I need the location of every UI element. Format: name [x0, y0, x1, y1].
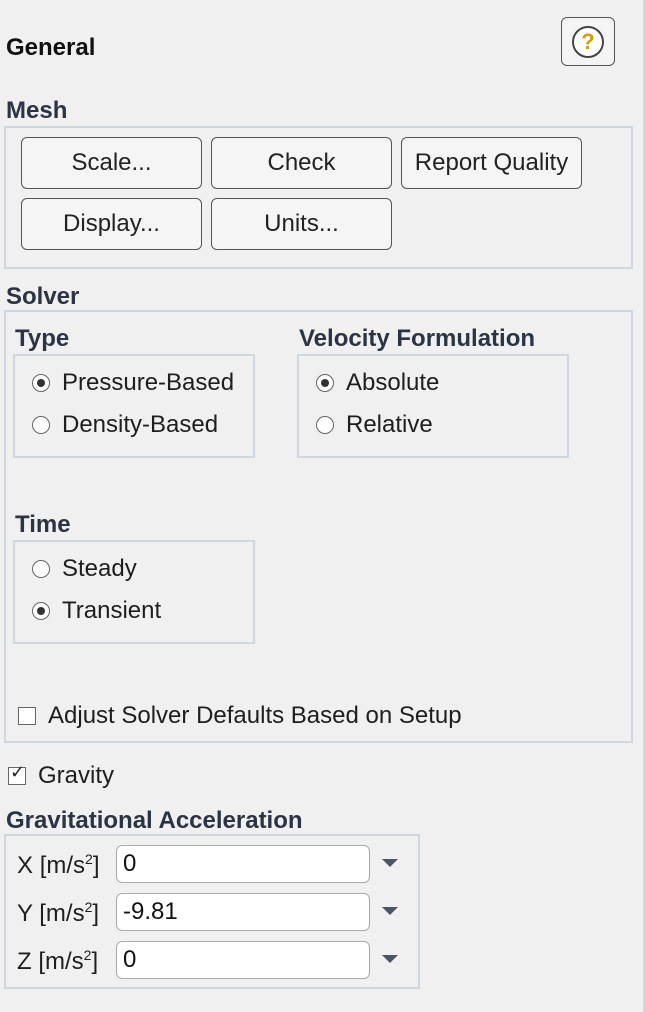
radio-pressure-based[interactable]: Pressure-Based: [32, 369, 234, 397]
dropdown-arrow-icon[interactable]: [382, 907, 398, 915]
checkbox-label: Adjust Solver Defaults Based on Setup: [48, 702, 462, 729]
time-label: Time: [15, 511, 71, 538]
x-acceleration-input[interactable]: 0: [116, 845, 370, 883]
y-acceleration-label: Y [m/s2]: [17, 899, 99, 928]
dropdown-arrow-icon[interactable]: [382, 859, 398, 867]
radio-button[interactable]: [316, 374, 334, 392]
radio-steady[interactable]: Steady: [32, 555, 137, 583]
unit-prefix: [m/s: [39, 900, 85, 927]
unit-suffix: ]: [91, 948, 99, 975]
z-acceleration-input[interactable]: 0: [116, 941, 370, 979]
checkbox-label: Gravity: [38, 762, 115, 789]
axis-label: Y: [17, 900, 33, 927]
radio-button[interactable]: [32, 602, 50, 620]
gravity-checkbox[interactable]: Gravity: [8, 762, 114, 790]
type-label: Type: [15, 325, 70, 352]
checkbox[interactable]: [8, 762, 26, 785]
radio-button[interactable]: [32, 560, 50, 578]
radio-button[interactable]: [32, 374, 50, 392]
unit-prefix: [m/s: [39, 852, 86, 879]
radio-button[interactable]: [32, 416, 50, 434]
y-acceleration-input[interactable]: -9.81: [116, 893, 370, 931]
axis-label: X: [17, 852, 34, 879]
radio-label: Transient: [62, 597, 162, 624]
z-acceleration-label: Z [m/s2]: [17, 947, 98, 976]
radio-label: Pressure-Based: [62, 369, 235, 396]
gravitational-acceleration-label: Gravitational Acceleration: [6, 807, 303, 834]
unit-suffix: ]: [92, 900, 100, 927]
velocity-formulation-label: Velocity Formulation: [299, 325, 536, 352]
x-acceleration-label: X [m/s2]: [17, 851, 99, 880]
question-mark-icon: ?: [572, 25, 604, 58]
radio-relative[interactable]: Relative: [316, 411, 433, 439]
radio-label: Steady: [62, 555, 137, 582]
dropdown-arrow-icon[interactable]: [382, 955, 398, 963]
adjust-solver-defaults-checkbox[interactable]: Adjust Solver Defaults Based on Setup: [18, 702, 462, 730]
help-button[interactable]: ?: [561, 17, 615, 66]
radio-label: Relative: [346, 411, 433, 438]
mesh-label: Mesh: [6, 97, 68, 124]
unit-suffix: ]: [92, 852, 100, 879]
radio-absolute[interactable]: Absolute: [316, 369, 439, 397]
check-button[interactable]: Check: [211, 137, 392, 189]
report-quality-button[interactable]: Report Quality: [401, 137, 582, 189]
unit-prefix: [m/s: [38, 948, 84, 975]
solver-label: Solver: [6, 283, 80, 310]
scale-button[interactable]: Scale...: [21, 137, 202, 189]
radio-density-based[interactable]: Density-Based: [32, 411, 218, 439]
radio-label: Absolute: [346, 369, 440, 396]
radio-transient[interactable]: Transient: [32, 597, 161, 625]
checkbox[interactable]: [18, 707, 36, 725]
axis-label: Z: [17, 948, 32, 975]
display-button[interactable]: Display...: [21, 198, 202, 250]
unit-exponent: 2: [85, 851, 93, 867]
units-button[interactable]: Units...: [211, 198, 392, 250]
radio-label: Density-Based: [62, 411, 219, 438]
radio-button[interactable]: [316, 416, 334, 434]
panel-title: General: [6, 34, 96, 61]
